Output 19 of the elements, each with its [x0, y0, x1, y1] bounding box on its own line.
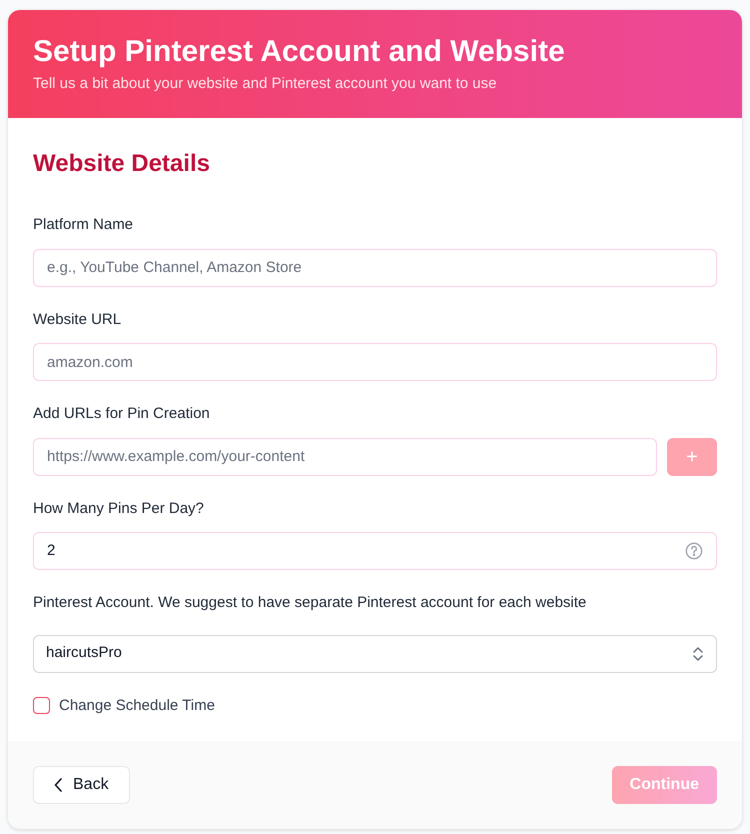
chevron-up-down-icon — [692, 644, 704, 662]
field-label: Website URL — [33, 310, 122, 330]
account-select[interactable]: haircutsPro — [33, 634, 717, 672]
back-button[interactable]: Back — [33, 766, 130, 804]
text-field[interactable]: amazon.com — [33, 343, 717, 381]
field-label: Pinterest Account. We suggest to have separate Pinterest account for each website — [33, 593, 588, 613]
text-field[interactable]: e.g., YouTube Channel, Amazon Store — [33, 248, 717, 286]
url-field[interactable]: https://www.example.com/your-content — [33, 438, 657, 476]
field-label: Add URLs for Pin Creation — [33, 404, 211, 424]
help-icon[interactable] — [685, 542, 703, 560]
checkbox[interactable] — [33, 697, 50, 714]
field-label: How Many Pins Per Day? — [33, 498, 205, 518]
number-field[interactable]: 2 — [33, 532, 717, 570]
page-subtitle: Tell us a bit about your website and Pinterest account you want to use — [33, 74, 498, 94]
section-title: Website Details — [33, 149, 211, 179]
checkbox-label: Change Schedule Time — [59, 696, 215, 716]
field-label: Platform Name — [33, 215, 134, 235]
chevron-left-icon — [54, 778, 63, 792]
page-title: Setup Pinterest Account and Website — [33, 34, 566, 70]
